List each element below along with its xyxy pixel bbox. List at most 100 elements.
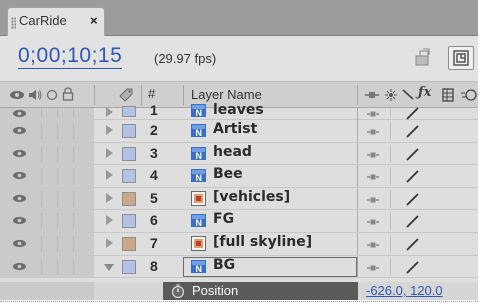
layer-row[interactable]: 4 N Bee [0,165,478,188]
quality-switch-icon[interactable] [405,260,420,275]
collapse-triangle-icon[interactable] [104,263,114,271]
quality-switch-icon[interactable] [405,106,420,121]
layer-number: 5 [150,189,158,206]
layer-name[interactable]: FG [213,211,234,227]
layer-name[interactable]: [vehicles] [213,189,290,205]
solo-icon[interactable] [46,89,58,101]
shy-switch-icon[interactable] [367,151,379,159]
frame-blend-icon[interactable] [441,87,455,103]
number-column-header[interactable]: # [148,86,155,101]
switch-divider [390,108,391,118]
layer-name[interactable]: Artist [213,121,257,137]
label-color-swatch[interactable] [122,124,136,138]
svg-text:N: N [196,128,203,138]
layer-number: 2 [150,122,158,138]
eye-icon[interactable] [12,171,27,180]
expand-triangle-icon[interactable] [106,215,113,226]
label-color-swatch[interactable] [122,214,136,229]
layer-name[interactable]: Bee [213,166,243,182]
shy-switch-icon[interactable] [367,218,379,226]
layer-name[interactable]: BG [213,257,235,273]
label-color-swatch[interactable] [122,191,136,206]
switch-cell-divider [73,145,74,162]
quality-icon[interactable] [401,87,415,102]
label-tag-icon[interactable] [117,86,135,104]
lock-icon[interactable] [62,87,74,101]
header-divider[interactable] [141,85,142,105]
precomp-layer-icon [191,190,206,206]
property-row[interactable]: Position -626.0, 120.0 [0,282,478,300]
shy-switch-icon[interactable] [367,110,379,118]
eye-icon[interactable] [9,90,25,100]
motion-blur-icon[interactable] [460,88,478,102]
label-color-swatch[interactable] [122,236,136,251]
layer-row[interactable]: 1 Nleaves [0,102,478,121]
layer-name[interactable]: [full skyline] [213,234,312,250]
av-switches-cell [0,187,94,210]
column-divider [357,120,358,142]
collapse-icon[interactable] [384,88,398,102]
expand-triangle-icon[interactable] [106,147,113,158]
header-divider[interactable] [94,85,95,105]
expand-triangle-icon[interactable] [106,170,113,181]
current-time-display[interactable]: 0;00;10;15 [18,44,123,69]
quality-switch-icon[interactable] [405,169,420,184]
label-color-swatch[interactable] [122,106,136,117]
property-value[interactable]: -626.0, 120.0 [366,283,443,298]
switch-cell-divider [73,123,74,139]
header-divider[interactable] [183,85,184,105]
switch-cell-divider [41,123,42,139]
layer-row[interactable]: 5 [vehicles] [0,187,478,211]
shy-switch-icon[interactable] [367,196,379,204]
quality-switch-icon[interactable] [405,192,420,207]
close-icon[interactable]: × [90,13,98,28]
header-divider[interactable] [357,85,358,105]
layer-row[interactable]: 3 Nhead [0,142,478,166]
shy-switch-icon[interactable] [367,173,379,181]
label-color-swatch[interactable] [122,169,136,184]
svg-text:N: N [196,264,203,274]
eye-icon[interactable] [12,126,27,135]
eye-icon[interactable] [12,109,27,118]
layer-name-column-header[interactable]: Layer Name [191,87,262,102]
photoshop-layer-icon: N [191,169,206,183]
layer-row[interactable]: 2 N Artist [0,120,478,143]
speaker-icon[interactable] [27,88,43,102]
photoshop-layer-icon: N [191,146,206,161]
live-update-button[interactable] [410,46,436,70]
layer-list: 1 Nleaves 2 N Artist 3 Nhead 4 N Bee 5 [vehicles] 6 N… [0,102,478,279]
composition-tab[interactable]: CarRide × [7,7,105,36]
label-color-swatch[interactable] [122,259,136,274]
shy-switch-icon[interactable] [367,264,379,272]
av-switches-cell [0,108,94,120]
expand-triangle-icon[interactable] [106,237,113,248]
shy-switch-icon[interactable] [367,241,379,249]
layer-row[interactable]: 7 [full skyline] [0,232,478,256]
comp-mini-flowchart-button[interactable] [448,46,474,70]
switch-cell-divider [41,235,42,252]
fx-icon[interactable]: ƒx [418,85,431,100]
eye-icon[interactable] [12,239,27,248]
label-color-swatch[interactable] [122,146,136,161]
tab-grip-icon[interactable] [11,17,16,29]
layer-name[interactable]: leaves [213,102,264,118]
shy-switch-icon[interactable] [367,128,379,136]
property-name: Position [192,283,239,298]
eye-icon[interactable] [12,149,27,158]
quality-switch-icon[interactable] [405,237,420,252]
quality-switch-icon[interactable] [405,124,420,139]
shy-icon[interactable] [364,90,380,100]
eye-icon[interactable] [12,194,27,203]
expand-triangle-icon[interactable] [106,192,113,203]
expand-triangle-icon[interactable] [106,125,113,135]
layer-name[interactable]: head [213,144,252,160]
layer-row[interactable]: 6 N FG [0,210,478,233]
expand-triangle-icon[interactable] [106,107,113,117]
stopwatch-icon[interactable] [170,283,186,299]
quality-switch-icon[interactable] [405,147,420,162]
eye-icon[interactable] [12,216,27,225]
layer-row[interactable]: 8 N BG [0,255,478,279]
quality-switch-icon[interactable] [405,214,420,229]
switch-cell-divider [57,108,58,118]
eye-icon[interactable] [12,262,27,271]
